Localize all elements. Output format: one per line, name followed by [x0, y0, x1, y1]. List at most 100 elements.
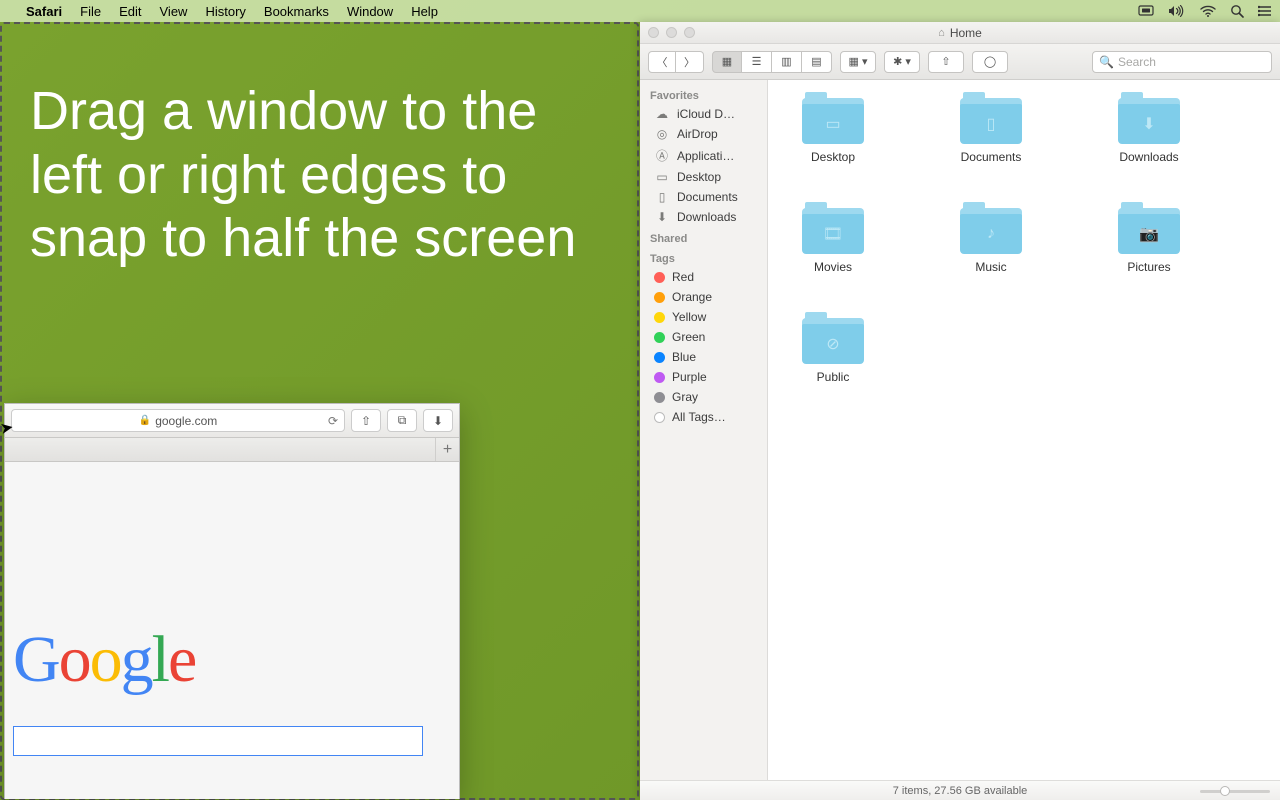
menu-window[interactable]: Window: [347, 4, 393, 19]
menu-history[interactable]: History: [205, 4, 245, 19]
folder-icon: 🎞: [802, 208, 864, 254]
chevron-left-icon: 〈: [657, 54, 668, 70]
sidebar-head-tags: Tags: [640, 247, 767, 267]
tabs-button[interactable]: ⧉: [387, 409, 417, 432]
folder-icon: ▯: [960, 98, 1022, 144]
tag-icon: ◯: [984, 55, 996, 68]
sidebar-item-documents[interactable]: ▯Documents: [640, 187, 767, 207]
folder-documents[interactable]: ▯Documents: [946, 98, 1036, 164]
tab-bar: +: [5, 438, 459, 462]
folder-icon: ♪: [960, 208, 1022, 254]
menu-view[interactable]: View: [160, 4, 188, 19]
folder-icon: ⬇: [1118, 98, 1180, 144]
menu-bookmarks[interactable]: Bookmarks: [264, 4, 329, 19]
sidebar-tag-orange[interactable]: Orange: [640, 287, 767, 307]
snap-instruction-text: Drag a window to the left or right edges…: [30, 80, 620, 271]
forward-button[interactable]: 〉: [676, 51, 704, 73]
folder-desktop[interactable]: ▭Desktop: [788, 98, 878, 164]
folder-movies[interactable]: 🎞Movies: [788, 208, 878, 274]
volume-icon[interactable]: [1168, 5, 1186, 17]
finder-titlebar[interactable]: ⌂ Home: [640, 22, 1280, 44]
downloads-button[interactable]: ⬇: [423, 409, 453, 432]
menu-edit[interactable]: Edit: [119, 4, 141, 19]
folder-music[interactable]: ♪Music: [946, 208, 1036, 274]
menu-help[interactable]: Help: [411, 4, 438, 19]
address-bar[interactable]: 🔒 google.com ⟳: [11, 409, 345, 432]
finder-search-field[interactable]: 🔍 Search: [1092, 51, 1272, 73]
sidebar-head-favorites: Favorites: [640, 84, 767, 104]
reload-icon[interactable]: ⟳: [328, 414, 338, 428]
traffic-lights[interactable]: [648, 27, 695, 38]
sidebar-tag-green[interactable]: Green: [640, 327, 767, 347]
sidebar-item-desktop[interactable]: ▭Desktop: [640, 167, 767, 187]
arrange-button[interactable]: ▦▾: [840, 51, 876, 73]
tag-dot-icon: [654, 312, 665, 323]
menu-file[interactable]: File: [80, 4, 101, 19]
view-column-button[interactable]: ▥: [772, 51, 802, 73]
finder-toolbar: 〈 〉 ▦ ☰ ▥ ▤ ▦▾ ✱▾ ⇧ ◯ 🔍 Search: [640, 44, 1280, 80]
zoom-button[interactable]: [684, 27, 695, 38]
sidebar-tag-gray[interactable]: Gray: [640, 387, 767, 407]
sidebar-tag-red[interactable]: Red: [640, 267, 767, 287]
app-menu[interactable]: Safari: [26, 4, 62, 19]
sidebar-all-tags[interactable]: All Tags…: [640, 407, 767, 427]
sidebar-item-airdrop[interactable]: ◎AirDrop: [640, 124, 767, 144]
menubar: Safari File Edit View History Bookmarks …: [0, 0, 1280, 22]
screen-share-icon[interactable]: [1138, 5, 1154, 17]
sidebar-item-icloud[interactable]: ☁iCloud D…: [640, 104, 767, 124]
view-list-button[interactable]: ☰: [742, 51, 772, 73]
folder-pictures[interactable]: 📷Pictures: [1104, 208, 1194, 274]
finder-statusbar: 7 items, 27.56 GB available: [640, 780, 1280, 800]
arrange-icon: ▦: [849, 55, 859, 68]
sidebar-tag-blue[interactable]: Blue: [640, 347, 767, 367]
coverflow-icon: ▤: [811, 55, 821, 68]
new-tab-button[interactable]: +: [435, 438, 459, 461]
sidebar-item-downloads[interactable]: ⬇Downloads: [640, 207, 767, 227]
icon-size-slider[interactable]: [1200, 785, 1270, 797]
wifi-icon[interactable]: [1200, 5, 1216, 17]
share-icon: ⇧: [941, 55, 950, 68]
spotlight-icon[interactable]: [1230, 4, 1244, 18]
columns-icon: ▥: [781, 55, 791, 68]
search-placeholder: Search: [1118, 55, 1156, 69]
safari-window[interactable]: 🔒 google.com ⟳ ⇧ ⧉ ⬇ + Google: [4, 403, 460, 799]
airdrop-icon: ◎: [654, 127, 670, 141]
share-icon: ⇧: [361, 414, 371, 428]
tag-dot-icon: [654, 332, 665, 343]
finder-sidebar: Favorites ☁iCloud D… ◎AirDrop ⒶApplicati…: [640, 80, 768, 780]
share-button[interactable]: ⇧: [351, 409, 381, 432]
folder-downloads[interactable]: ⬇Downloads: [1104, 98, 1194, 164]
folder-grid: ▭Desktop ▯Documents ⬇Downloads 🎞Movies ♪…: [768, 80, 1280, 780]
minimize-button[interactable]: [666, 27, 677, 38]
tag-dot-icon: [654, 292, 665, 303]
tag-dot-icon: [654, 392, 665, 403]
sidebar-item-applications[interactable]: ⒶApplicati…: [640, 144, 767, 167]
status-text: 7 items, 27.56 GB available: [893, 785, 1028, 797]
back-button[interactable]: 〈: [648, 51, 676, 73]
google-logo: Google: [13, 622, 195, 698]
sidebar-tag-purple[interactable]: Purple: [640, 367, 767, 387]
chevron-down-icon: ▾: [862, 55, 868, 68]
folder-icon: 📷: [1118, 208, 1180, 254]
google-search-input[interactable]: [13, 726, 423, 756]
action-button[interactable]: ✱▾: [884, 51, 920, 73]
download-icon: ⬇: [433, 414, 443, 428]
chevron-right-icon: 〉: [684, 54, 695, 70]
view-coverflow-button[interactable]: ▤: [802, 51, 832, 73]
lock-icon: 🔒: [139, 415, 151, 426]
window-title: Home: [950, 26, 982, 40]
tag-dot-icon: [654, 352, 665, 363]
share-button[interactable]: ⇧: [928, 51, 964, 73]
view-icon-button[interactable]: ▦: [712, 51, 742, 73]
tags-button[interactable]: ◯: [972, 51, 1008, 73]
doc-icon: ▯: [654, 190, 670, 204]
finder-window: ⌂ Home 〈 〉 ▦ ☰ ▥ ▤ ▦▾ ✱▾ ⇧ ◯ 🔍 Search Fa…: [640, 22, 1280, 800]
notification-center-icon[interactable]: [1258, 5, 1272, 17]
cloud-icon: ☁: [654, 107, 670, 121]
tag-dot-icon: [654, 372, 665, 383]
tag-dot-icon: [654, 412, 665, 423]
folder-icon: ▭: [802, 98, 864, 144]
sidebar-tag-yellow[interactable]: Yellow: [640, 307, 767, 327]
close-button[interactable]: [648, 27, 659, 38]
folder-public[interactable]: ⊘Public: [788, 318, 878, 384]
